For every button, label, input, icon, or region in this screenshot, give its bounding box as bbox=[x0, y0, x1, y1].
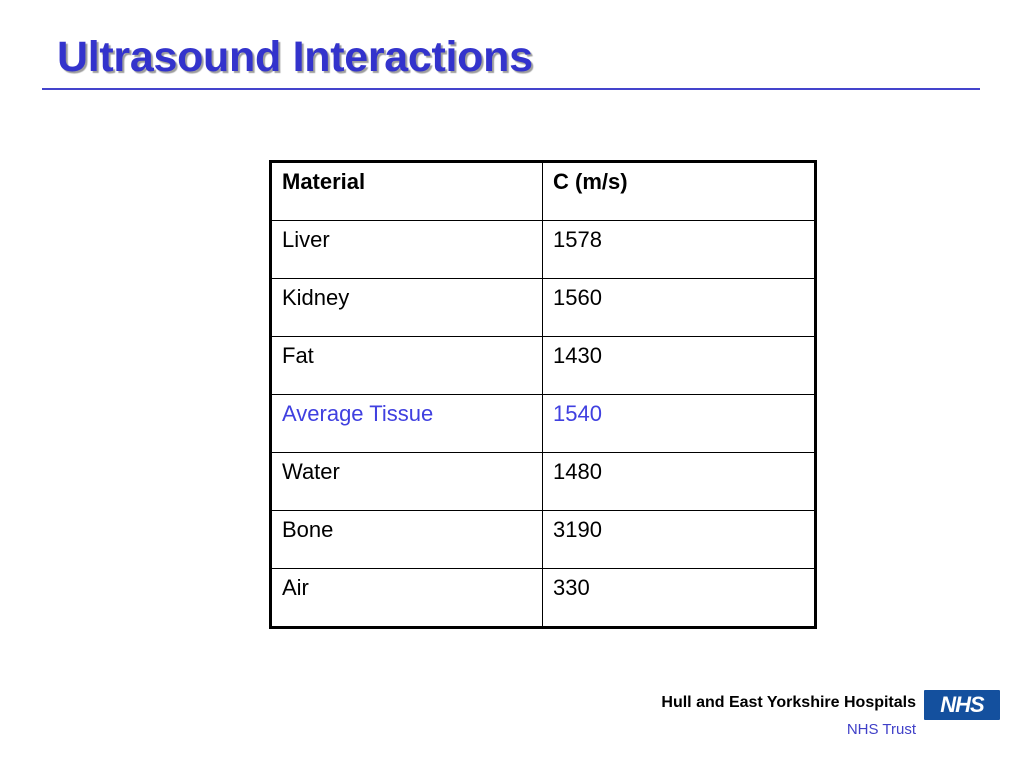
speed-of-sound-table: Material C (m/s) Liver 1578 Kidney 1560 Fat 143… bbox=[269, 160, 817, 629]
column-header-material: Material bbox=[270, 161, 543, 221]
cell-speed: 3190 bbox=[542, 510, 816, 569]
trust-name: Hull and East Yorkshire Hospitals bbox=[661, 694, 916, 711]
table-row: Liver 1578 bbox=[270, 220, 816, 279]
table-row: Air 330 bbox=[270, 568, 816, 628]
cell-speed: 1480 bbox=[542, 452, 816, 511]
table-row: Average Tissue 1540 bbox=[270, 394, 816, 453]
cell-material: Bone bbox=[270, 510, 543, 569]
nhs-logo-text: NHS bbox=[940, 692, 984, 717]
trust-subtitle: NHS Trust bbox=[846, 721, 916, 738]
cell-material: Average Tissue bbox=[270, 394, 543, 453]
column-header-speed: C (m/s) bbox=[542, 161, 816, 221]
table-row: Water 1480 bbox=[270, 452, 816, 511]
cell-speed: 1430 bbox=[542, 336, 816, 395]
page-title: Ultrasound Interactions bbox=[57, 33, 533, 81]
table-row: Bone 3190 bbox=[270, 510, 816, 569]
table-row: Fat 1430 bbox=[270, 336, 816, 395]
table-row: Kidney 1560 bbox=[270, 278, 816, 337]
cell-material: Water bbox=[270, 452, 543, 511]
table-header-row: Material C (m/s) bbox=[270, 161, 816, 221]
cell-speed: 330 bbox=[542, 568, 816, 628]
nhs-logo: NHS bbox=[924, 690, 1000, 720]
cell-material: Air bbox=[270, 568, 543, 628]
footer: Hull and East Yorkshire Hospitals NHS NH… bbox=[0, 690, 1024, 754]
cell-speed: 1560 bbox=[542, 278, 816, 337]
title-underline-rule bbox=[42, 88, 980, 90]
cell-speed: 1540 bbox=[542, 394, 816, 453]
slide-canvas: { "slide": { "title": "Ultrasound Intera… bbox=[0, 0, 1024, 768]
cell-material: Kidney bbox=[270, 278, 543, 337]
cell-material: Fat bbox=[270, 336, 543, 395]
cell-material: Liver bbox=[270, 220, 543, 279]
cell-speed: 1578 bbox=[542, 220, 816, 279]
